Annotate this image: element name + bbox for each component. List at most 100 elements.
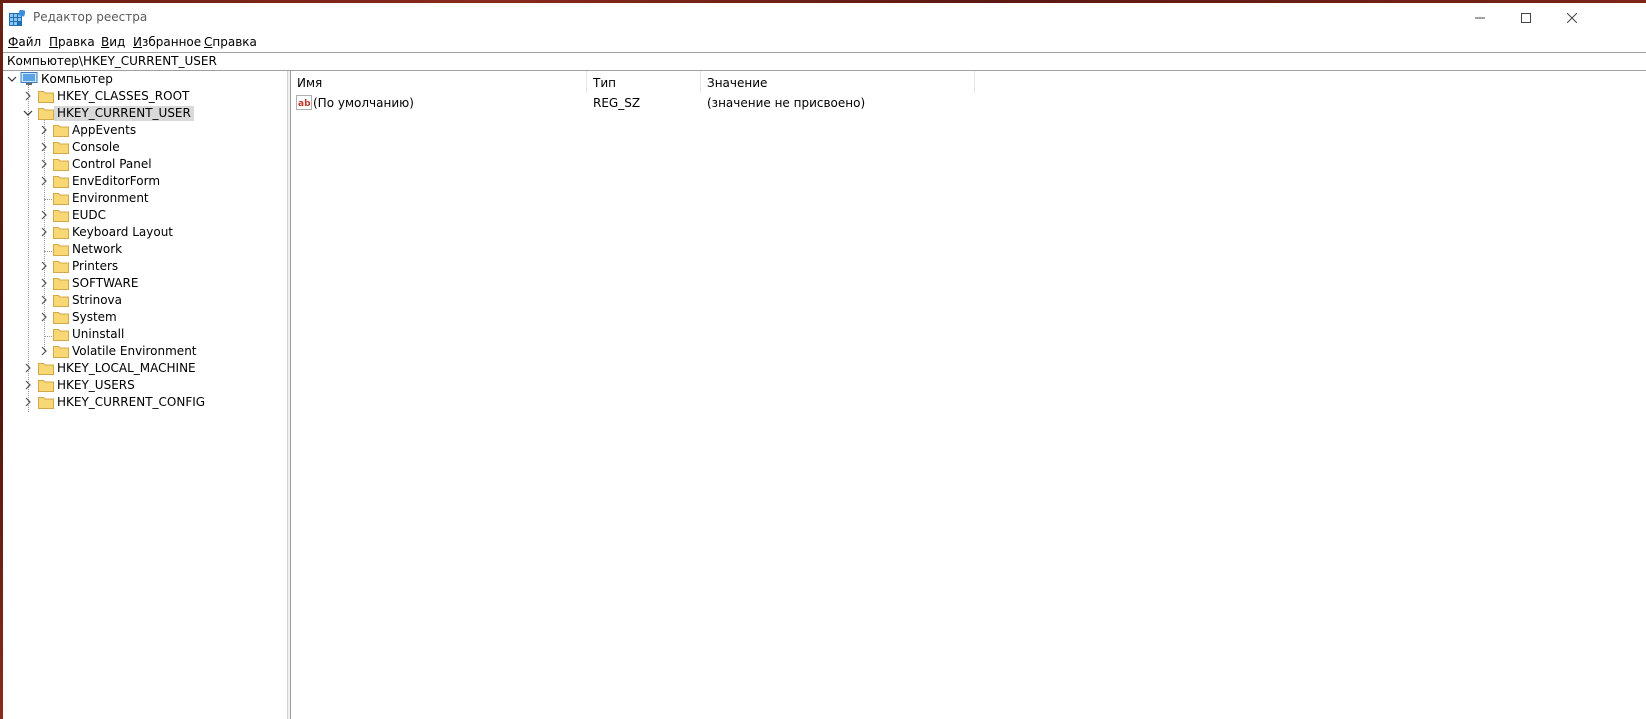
folder-icon [53,142,69,154]
tree-node-label: Uninstall [72,327,125,341]
string-value-icon: ab [296,95,312,110]
tree-node-label: Компьютер [41,72,113,86]
chevron-right-icon[interactable] [39,176,49,186]
tree-key-appevents[interactable]: AppEvents [3,122,287,139]
tree-key-enveditorform[interactable]: EnvEditorForm [3,173,287,190]
menu-favorites[interactable]: Избранное [133,35,201,49]
chevron-right-icon[interactable] [39,295,49,305]
tree-key-network[interactable]: Network [3,241,287,258]
tree-key-control-panel[interactable]: Control Panel [3,156,287,173]
computer-icon [20,72,38,85]
key-tree-pane[interactable]: Компьютер HKEY_CLASSES_ROOT HKEY_CURRENT… [3,71,287,719]
tree-node-label: Environment [72,191,149,205]
address-bar[interactable]: Компьютер\HKEY_CURRENT_USER [3,52,1646,71]
chevron-right-icon[interactable] [39,346,49,356]
tree-key-environment[interactable]: Environment [3,190,287,207]
tree-node-label: Keyboard Layout [72,225,174,239]
tree-node-label: Volatile Environment [72,344,197,358]
folder-icon [38,91,54,103]
tree-key-system[interactable]: System [3,309,287,326]
tree-node-label: System [72,310,117,324]
chevron-down-icon[interactable] [7,74,17,84]
tree-node-label: Console [72,140,120,154]
address-path[interactable]: Компьютер\HKEY_CURRENT_USER [7,54,217,68]
tree-node-label: SOFTWARE [72,276,139,290]
values-list-pane[interactable]: Имя Тип Значение ab (По умолчанию) REG_S… [291,71,1646,719]
chevron-right-icon[interactable] [39,210,49,220]
tree-key-volatile-environment[interactable]: Volatile Environment [3,343,287,360]
chevron-right-icon[interactable] [39,261,49,271]
column-header-label: Значение [707,76,768,90]
folder-icon [53,193,69,205]
chevron-right-icon[interactable] [39,227,49,237]
menu-edit[interactable]: Правка [49,35,95,49]
folder-icon [53,159,69,171]
tree-key-keyboard-layout[interactable]: Keyboard Layout [3,224,287,241]
value-name: (По умолчанию) [313,96,414,110]
tree-node-label: HKEY_USERS [57,378,135,392]
folder-icon [53,210,69,222]
value-data: (значение не присвоено) [707,96,866,110]
minimize-icon [1475,17,1485,19]
minimize-button[interactable] [1457,3,1503,33]
column-header-name[interactable]: Имя [291,71,587,93]
close-icon [1567,13,1577,23]
svg-text:ab: ab [298,99,311,109]
tree-node-label: EnvEditorForm [72,174,161,188]
menu-bar: Файл Правка Вид Избранное Справка [3,33,1646,52]
column-header-type[interactable]: Тип [587,71,701,93]
tree-node-label: HKEY_CURRENT_USER [54,106,194,121]
chevron-right-icon[interactable] [39,142,49,152]
chevron-right-icon[interactable] [39,278,49,288]
tree-hive-classes-root[interactable]: HKEY_CLASSES_ROOT [3,88,287,105]
menu-view[interactable]: Вид [101,35,125,49]
title-bar[interactable]: Редактор реестра [3,3,1646,33]
tree-key-console[interactable]: Console [3,139,287,156]
tree-hive-users[interactable]: HKEY_USERS [3,377,287,394]
menu-help[interactable]: Справка [204,35,257,49]
chevron-right-icon[interactable] [23,91,33,101]
chevron-right-icon[interactable] [39,159,49,169]
window-title: Редактор реестра [33,10,148,24]
tree-root-computer[interactable]: Компьютер [3,71,287,88]
folder-icon [53,312,69,324]
tree-node-label: HKEY_LOCAL_MACHINE [57,361,196,375]
folder-icon [38,397,54,409]
column-header-label: Имя [297,76,323,90]
column-header-label: Тип [593,76,616,90]
tree-key-software[interactable]: SOFTWARE [3,275,287,292]
menu-file[interactable]: Файл [8,35,41,49]
tree-hive-local-machine[interactable]: HKEY_LOCAL_MACHINE [3,360,287,377]
tree-key-strinova[interactable]: Strinova [3,292,287,309]
value-row[interactable]: ab (По умолчанию) REG_SZ (значение не пр… [291,94,991,112]
close-button[interactable] [1549,3,1595,33]
tree-key-printers[interactable]: Printers [3,258,287,275]
chevron-right-icon[interactable] [39,312,49,322]
tree-key-uninstall[interactable]: Uninstall [3,326,287,343]
folder-icon [53,244,69,256]
folder-icon [38,380,54,392]
folder-icon [53,125,69,137]
tree-node-label: Control Panel [72,157,152,171]
registry-editor-window: Редактор реестра Файл Правка Вид Избранн… [0,0,1646,719]
folder-icon [53,227,69,239]
tree-hive-current-config[interactable]: HKEY_CURRENT_CONFIG [3,394,287,411]
tree-hive-current-user[interactable]: HKEY_CURRENT_USER [3,105,287,122]
chevron-right-icon[interactable] [23,380,33,390]
maximize-button[interactable] [1503,3,1549,33]
chevron-right-icon[interactable] [23,397,33,407]
tree-node-label: Printers [72,259,119,273]
column-header-value[interactable]: Значение [701,71,975,93]
chevron-right-icon[interactable] [23,363,33,373]
folder-icon [53,278,69,290]
value-type: REG_SZ [593,96,641,110]
folder-icon [53,261,69,273]
folder-icon [53,346,69,358]
chevron-right-icon[interactable] [39,125,49,135]
tree-node-label: HKEY_CURRENT_CONFIG [57,395,206,409]
maximize-icon [1521,13,1531,23]
folder-icon [53,329,69,341]
tree-node-label: HKEY_CLASSES_ROOT [57,89,190,103]
chevron-down-icon[interactable] [23,108,33,118]
tree-key-eudc[interactable]: EUDC [3,207,287,224]
